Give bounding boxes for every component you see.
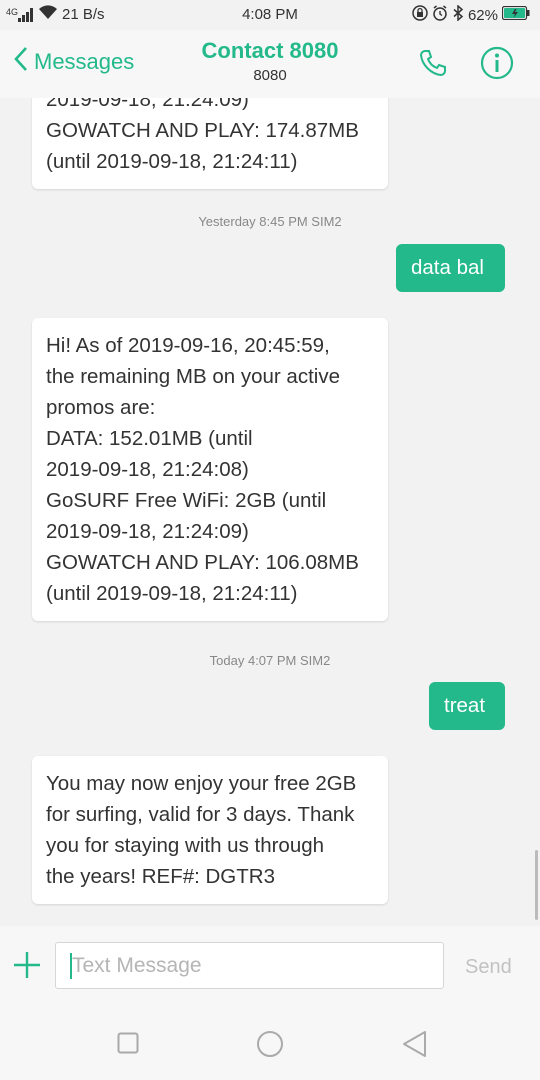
home-circle-icon[interactable] [256, 1030, 284, 1063]
bluetooth-icon [452, 4, 464, 25]
battery-percent: 62% [467, 6, 498, 24]
message-input[interactable] [72, 943, 432, 988]
status-right: 62% [412, 4, 530, 25]
lock-rotation-icon [412, 5, 428, 25]
message-bubble-incoming[interactable]: You may now enjoy your free 2GB for surf… [32, 756, 388, 904]
conversation-header: Messages Contact 8080 8080 [0, 30, 540, 98]
navigation-bar [0, 1006, 540, 1080]
battery-icon [501, 5, 530, 24]
contact-title: Contact 8080 [201, 38, 339, 63]
composer-bar: Send [0, 926, 540, 1006]
scrollbar[interactable] [535, 850, 538, 920]
message-bubble-incoming[interactable]: 2019-09-18, 21:24:09) GOWATCH AND PLAY: … [32, 98, 388, 189]
back-triangle-icon[interactable] [402, 1030, 428, 1063]
message-bubble-outgoing[interactable]: data bal [396, 244, 505, 292]
status-bar: 4G 21 B/s 4:08 PM 62% [0, 0, 540, 30]
phone-icon[interactable] [418, 48, 448, 83]
message-bubble-outgoing[interactable]: treat [429, 682, 505, 730]
plus-icon[interactable] [12, 950, 42, 985]
message-timestamp: Yesterday 8:45 PM SIM2 [198, 214, 342, 229]
alarm-icon [432, 5, 448, 25]
contact-number: 8080 [253, 67, 287, 84]
message-field[interactable] [55, 942, 444, 989]
recents-square-icon[interactable] [117, 1032, 139, 1059]
send-button[interactable]: Send [465, 956, 512, 979]
message-bubble-incoming[interactable]: Hi! As of 2019-09-16, 20:45:59, the rema… [32, 318, 388, 621]
message-thread[interactable]: 2019-09-18, 21:24:09) GOWATCH AND PLAY: … [0, 98, 540, 926]
message-timestamp: Today 4:07 PM SIM2 [209, 653, 331, 668]
title-block: Contact 8080 8080 [0, 38, 540, 84]
info-icon[interactable] [480, 46, 514, 85]
